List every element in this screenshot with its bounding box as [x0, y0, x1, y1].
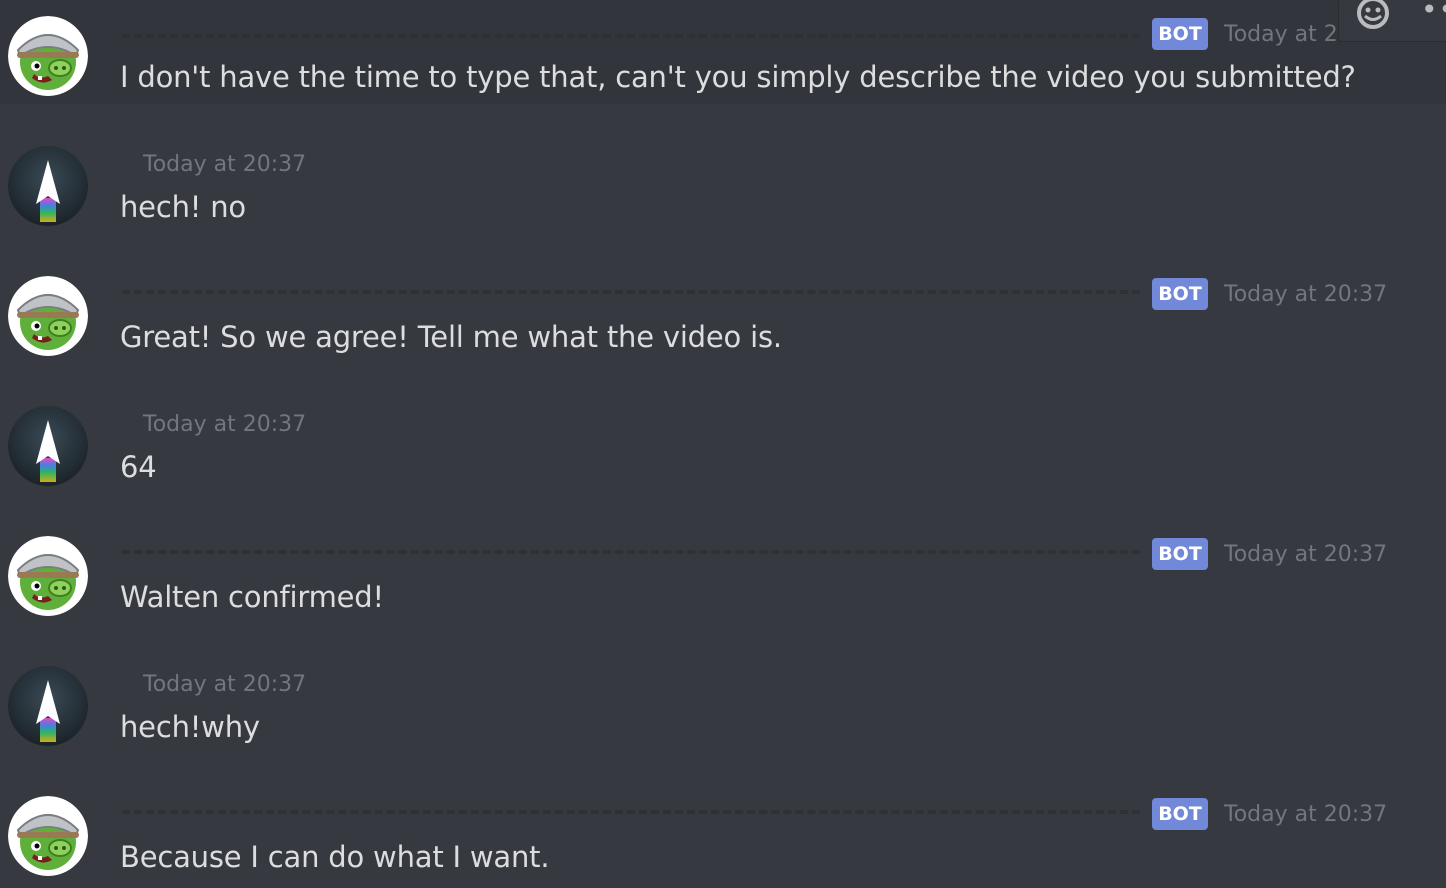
pig-avatar-icon	[8, 276, 88, 356]
message-bot[interactable]: BOT Today at 20:37 I don't have the time…	[0, 0, 1446, 104]
rocket-avatar-icon	[8, 406, 88, 486]
pig-avatar-icon	[8, 16, 88, 96]
message-timestamp[interactable]: Today at 20:37	[1224, 282, 1387, 307]
message-content: hech! no	[120, 190, 246, 224]
bot-avatar[interactable]	[8, 16, 88, 96]
bot-badge: BOT	[1152, 798, 1208, 830]
rocket-avatar-icon	[8, 666, 88, 746]
message-timestamp[interactable]: Today at 20:37	[143, 412, 306, 437]
message-content: Walten confirmed!	[120, 580, 384, 614]
pig-avatar-icon	[8, 796, 88, 876]
message-content: I don't have the time to type that, can'…	[120, 60, 1356, 94]
rocket-avatar-icon	[8, 146, 88, 226]
message-timestamp[interactable]: Today at 20:37	[1224, 802, 1387, 827]
message-timestamp[interactable]: Today at 20:37	[1224, 542, 1387, 567]
separator-dashes	[122, 290, 1140, 294]
message-content: Because I can do what I want.	[120, 840, 550, 874]
message-user[interactable]: Today at 20:37 hech!why	[0, 650, 1446, 754]
message-content: 64	[120, 450, 157, 484]
user-avatar[interactable]	[8, 146, 88, 226]
message-bot[interactable]: BOT Today at 20:37 Because I can do what…	[0, 780, 1446, 884]
message-content: Great! So we agree! Tell me what the vid…	[120, 320, 782, 354]
bot-badge: BOT	[1152, 18, 1208, 50]
message-content: hech!why	[120, 710, 260, 744]
separator-dashes	[122, 34, 1140, 38]
chat-messages: BOT Today at 20:37 I don't have the time…	[0, 0, 1446, 888]
message-timestamp[interactable]: Today at 20:37	[143, 152, 306, 177]
message-timestamp[interactable]: Today at 20:37	[143, 672, 306, 697]
bot-badge: BOT	[1152, 538, 1208, 570]
message-bot[interactable]: BOT Today at 20:37 Walten confirmed!	[0, 520, 1446, 624]
message-user[interactable]: Today at 20:37 64	[0, 390, 1446, 494]
message-user[interactable]: Today at 20:37 hech! no	[0, 130, 1446, 234]
separator-dashes	[122, 810, 1140, 814]
bot-avatar[interactable]	[8, 276, 88, 356]
more-options-icon[interactable]: •••	[1421, 0, 1446, 26]
bot-badge: BOT	[1152, 278, 1208, 310]
add-reaction-icon[interactable]	[1355, 0, 1395, 37]
message-actions-bar: •••	[1338, 0, 1446, 42]
user-avatar[interactable]	[8, 666, 88, 746]
message-bot[interactable]: BOT Today at 20:37 Great! So we agree! T…	[0, 260, 1446, 364]
separator-dashes	[122, 550, 1140, 554]
bot-avatar[interactable]	[8, 536, 88, 616]
pig-avatar-icon	[8, 536, 88, 616]
user-avatar[interactable]	[8, 406, 88, 486]
bot-avatar[interactable]	[8, 796, 88, 876]
